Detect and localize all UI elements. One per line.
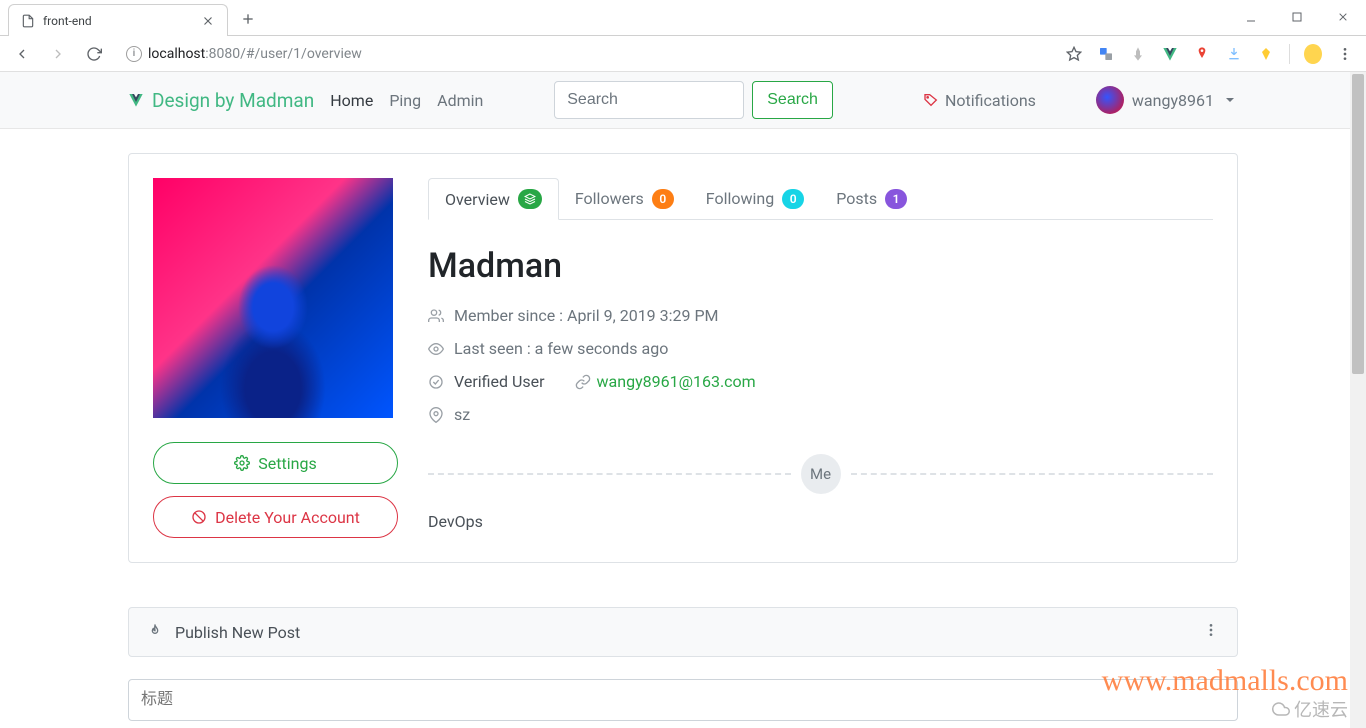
divider-badge: Me (801, 454, 841, 494)
download-icon[interactable] (1225, 45, 1243, 63)
member-since-text: Member since : April 9, 2019 3:29 PM (454, 306, 719, 325)
vue-logo-icon (128, 92, 144, 108)
email-text: wangy8961@163.com (597, 372, 756, 391)
email-link[interactable]: wangy8961@163.com (575, 372, 756, 391)
brand[interactable]: Design by Madman (128, 89, 314, 112)
search-input[interactable] (554, 81, 744, 119)
tab-title: front-end (43, 14, 193, 28)
address-bar: i localhost:8080/#/user/1/overview (0, 36, 1366, 72)
last-seen-text: Last seen : a few seconds ago (454, 339, 668, 358)
address-bar-icons (1065, 44, 1354, 64)
profile-sidebar: Settings Delete Your Account (153, 178, 398, 538)
post-title-wrap (128, 679, 1238, 721)
new-tab-button[interactable] (234, 5, 262, 33)
publish-card: Publish New Post (128, 607, 1238, 657)
menu-icon[interactable] (1336, 45, 1354, 63)
nav-link-home[interactable]: Home (330, 91, 373, 110)
last-seen-row: Last seen : a few seconds ago (428, 339, 1213, 358)
vue-icon[interactable] (1161, 45, 1179, 63)
profile-main: Overview Followers 0 Following 0 Posts 1 (428, 178, 1213, 538)
nav-links: Home Ping Admin (330, 91, 483, 110)
member-since-row: Member since : April 9, 2019 3:29 PM (428, 306, 1213, 325)
layers-icon (518, 189, 542, 209)
tab-posts[interactable]: Posts 1 (820, 178, 923, 219)
profile-avatar-icon[interactable] (1304, 45, 1322, 63)
verified-text: Verified User (454, 372, 545, 391)
translate-icon[interactable] (1097, 45, 1115, 63)
profile-image (153, 178, 393, 418)
user-menu[interactable]: wangy8961 (1096, 86, 1238, 114)
notifications-link[interactable]: Notifications (923, 91, 1036, 110)
followers-count: 0 (652, 189, 674, 209)
maximize-button[interactable] (1274, 0, 1320, 35)
back-button[interactable] (8, 40, 36, 68)
gear-icon (234, 455, 250, 471)
tab-overview-label: Overview (445, 190, 510, 209)
browser-chrome: front-end i localhost:8080/#/user/1/over… (0, 0, 1366, 72)
close-window-button[interactable] (1320, 0, 1366, 35)
pin-icon[interactable] (1193, 45, 1211, 63)
search-group: Search (554, 81, 833, 119)
map-pin-icon (428, 407, 444, 423)
tab-overview[interactable]: Overview (428, 178, 559, 220)
close-icon[interactable] (201, 14, 215, 28)
navbar: Design by Madman Home Ping Admin Search … (0, 72, 1366, 129)
location-text: sz (454, 405, 470, 424)
nav-link-ping[interactable]: Ping (389, 91, 421, 110)
cloud-icon (1272, 700, 1290, 718)
tab-followers[interactable]: Followers 0 (559, 178, 690, 219)
link-icon (575, 374, 591, 390)
divider: Me (428, 454, 1213, 494)
info-icon[interactable]: i (126, 46, 142, 62)
delete-account-button[interactable]: Delete Your Account (153, 496, 398, 538)
user-menu-name: wangy8961 (1132, 91, 1214, 110)
tab-followers-label: Followers (575, 189, 644, 208)
settings-label: Settings (258, 454, 316, 473)
ban-icon (191, 509, 207, 525)
profile-tabs: Overview Followers 0 Following 0 Posts 1 (428, 178, 1213, 220)
page-content: Design by Madman Home Ping Admin Search … (0, 72, 1366, 728)
forward-button[interactable] (44, 40, 72, 68)
browser-tab[interactable]: front-end (8, 4, 228, 36)
profile-name: Madman (428, 246, 1213, 286)
star-icon[interactable] (1065, 45, 1083, 63)
more-button[interactable] (1203, 622, 1219, 642)
diamond-icon[interactable] (1257, 45, 1275, 63)
tab-posts-label: Posts (836, 189, 877, 208)
chevron-down-icon (1222, 92, 1238, 108)
following-count: 0 (782, 189, 804, 209)
window-controls (1228, 0, 1366, 35)
browser-tab-bar: front-end (0, 0, 1366, 36)
settings-button[interactable]: Settings (153, 442, 398, 484)
post-title-input[interactable] (128, 679, 1238, 721)
reload-button[interactable] (80, 40, 108, 68)
delete-label: Delete Your Account (215, 508, 360, 527)
tab-following-label: Following (706, 189, 774, 208)
scrollbar[interactable] (1350, 72, 1366, 728)
tab-following[interactable]: Following 0 (690, 178, 820, 219)
publish-title: Publish New Post (175, 623, 300, 642)
extension-icon[interactable] (1129, 45, 1147, 63)
verified-row: Verified User wangy8961@163.com (428, 372, 1213, 391)
fire-icon (147, 624, 163, 640)
location-row: sz (428, 405, 1213, 424)
profile-card: Settings Delete Your Account Overview Fo… (128, 153, 1238, 563)
avatar (1096, 86, 1124, 114)
tag-icon (923, 92, 939, 108)
nav-link-admin[interactable]: Admin (437, 91, 483, 110)
watermark-sub: 亿速云 (1272, 696, 1348, 722)
eye-icon (428, 341, 444, 357)
url-text: localhost:8080/#/user/1/overview (148, 46, 362, 62)
posts-count: 1 (885, 189, 907, 209)
bio-text: DevOps (428, 512, 1213, 531)
minimize-button[interactable] (1228, 0, 1274, 35)
url-box[interactable]: i localhost:8080/#/user/1/overview (116, 40, 1045, 68)
search-button[interactable]: Search (752, 81, 833, 119)
notifications-label: Notifications (945, 91, 1036, 110)
file-icon (21, 14, 35, 28)
check-circle-icon (428, 374, 444, 390)
brand-text: Design by Madman (152, 89, 314, 112)
users-icon (428, 308, 444, 324)
